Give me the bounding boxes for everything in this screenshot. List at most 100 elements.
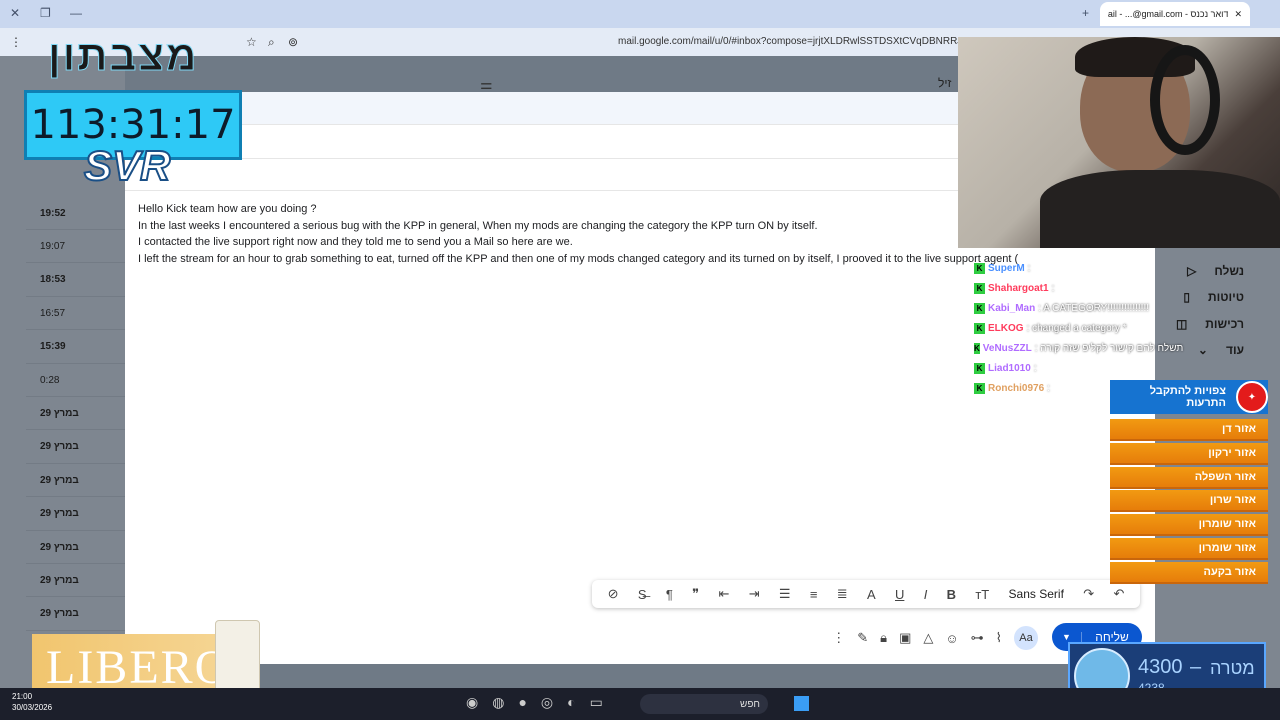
mail-row[interactable]: 29 במרץ [26,564,126,598]
drive-icon[interactable]: △ [923,630,933,646]
svr-label: SVR [83,141,171,190]
chat-message: K ELKOG: changed a category * [974,318,1164,338]
indent-more-icon[interactable]: ⇥ [749,586,760,602]
taskbar-clock[interactable]: 21:00 30/03/2026 [12,691,52,713]
italic-icon[interactable]: I [924,587,928,602]
kick-badge-icon: K [974,382,985,394]
mail-row[interactable]: 29 במרץ [26,464,126,498]
steam-icon[interactable]: ◉ [466,694,478,711]
bold-icon[interactable]: B [947,587,956,602]
mail-row[interactable]: 29 במרץ [26,397,126,431]
minimize-window-icon[interactable]: — [70,6,82,20]
alert-zone: אזור שומרון [1110,538,1268,560]
chat-text: : [1051,282,1055,294]
link-icon[interactable]: ⊶ [971,630,984,646]
sidebar-item-purchases[interactable]: רכישות ◫ [1176,317,1244,331]
obs-icon[interactable]: ● [518,694,526,711]
text-color-icon[interactable]: A [867,587,876,602]
chat-text: : A CATEGORY!!!!!!!!!!!!!!! [1038,302,1150,314]
mail-row[interactable]: 29 במרץ [26,531,126,564]
alert-zone: אזור שרון [1110,490,1268,513]
app-icon[interactable]: ◎ [541,694,553,711]
mail-row[interactable]: 29 במרץ [26,598,126,631]
mail-row[interactable]: 15:39 [26,331,126,364]
new-tab-button[interactable]: + [1082,6,1089,20]
sidebar-item-label: עוד [1225,343,1244,357]
font-size-icon[interactable]: тT [975,587,989,602]
mail-row[interactable]: 19:07 [26,230,126,264]
url-field[interactable]: mail.google.com/mail/u/0/#inbox?compose=… [618,36,958,47]
mail-row-time: 29 במרץ [40,574,79,586]
mail-row-time: 19:52 [40,207,66,219]
file-explorer-icon[interactable]: ▭ [590,694,603,711]
mail-row[interactable]: 0:28 [26,364,126,397]
restore-window-icon[interactable]: ❐ [40,6,51,20]
menu-dots-icon[interactable]: ⋮ [10,35,22,49]
mail-row[interactable]: 29 במרץ [26,498,126,531]
sidebar-item-sent[interactable]: נשלח ▷ [1187,264,1244,278]
mail-row[interactable]: 29 במרץ [26,431,126,464]
quote-icon[interactable]: ❞ [692,586,699,602]
attach-icon[interactable]: ⌇ [996,630,1002,646]
signature-icon[interactable]: ✎ [857,630,868,646]
rtl-icon[interactable]: ¶ [666,587,673,602]
chat-username[interactable]: Liad1010 [988,363,1031,374]
insert-photo-icon[interactable]: ▣ [899,630,911,646]
bookmark-star-icon[interactable]: ☆ [246,35,257,49]
strikethrough-icon[interactable]: S̶ [638,587,647,602]
chat-username[interactable]: ELKOG [988,323,1024,334]
font-select[interactable]: Sans Serif [1009,587,1064,601]
compose-body[interactable]: Hello Kick team how are you doing ? In t… [138,201,1018,267]
chat-text: : [1027,262,1031,274]
mail-row[interactable]: 18:53 [26,264,126,297]
mail-row-time: 29 במרץ [40,474,79,486]
indent-less-icon[interactable]: ⇤ [718,586,729,602]
redo-icon[interactable]: ↷ [1083,586,1094,602]
emoji-icon[interactable]: ☺ [945,631,958,646]
formatting-toggle-button[interactable]: Aa [1014,626,1038,650]
chat-username[interactable]: VeNusZZL [983,343,1032,354]
close-window-icon[interactable]: ✕ [10,6,20,20]
underline-icon[interactable]: U [895,587,904,602]
sidebar-item-label: רכישות [1205,317,1244,331]
chat-message: K Liad1010: [974,358,1164,378]
sidebar-item-drafts[interactable]: טיוטות ▯ [1183,290,1244,304]
stream-logo: מצבתון [47,32,199,80]
taskbar-search[interactable]: חפש [640,694,768,714]
alert-zone: אזור שומרון [1110,514,1268,537]
sidebar-item-label: טיוטות [1208,290,1244,304]
zoom-icon[interactable]: ⌕ [268,35,275,50]
chat-username[interactable]: Shahargoat1 [988,283,1049,294]
mail-row-time: 18:53 [40,274,66,286]
alert-zone: אזור השפלה [1110,466,1268,489]
confidential-icon[interactable]: 🔒︎ [880,630,887,646]
undo-icon[interactable]: ↶ [1113,586,1124,602]
align-icon[interactable]: ≣ [837,586,848,602]
sidebar-item-label: נשלח [1214,264,1244,278]
alert-zone-label: אזור בקעה [1203,565,1256,578]
body-line: In the last weeks I encountered a seriou… [138,219,818,232]
send-options-icon[interactable]: ▼ [1052,632,1082,642]
chat-username[interactable]: Ronchi0976 [988,383,1044,394]
sidebar-item-more[interactable]: עוד ⌄ [1198,343,1244,357]
chrome-icon[interactable]: ◐ [567,694,575,711]
mail-row[interactable]: 19:52 [26,197,126,230]
windows-start-icon[interactable] [794,696,809,711]
filter-icon[interactable]: ⚌ [480,76,493,93]
body-line: Hello Kick team how are you doing ? [138,203,317,215]
numbered-list-icon[interactable]: ≡ [810,587,818,602]
headset-icon [1150,45,1220,155]
tab-close-icon[interactable]: ✕ [1234,9,1242,20]
gmail-tab[interactable]: ✕ דואר נכנס - Gmail - ...@gmail.com [1100,2,1250,26]
bulleted-list-icon[interactable]: ☰ [779,586,791,602]
reader-icon[interactable]: ⊚ [288,35,298,49]
alert-zone-label: אזור שרון [1209,494,1256,507]
discord-icon[interactable]: ◍ [492,694,504,711]
more-options-icon[interactable]: ⋮ [832,630,845,646]
chat-username[interactable]: SuperM [988,263,1025,274]
clear-format-icon[interactable]: ⊘ [608,586,619,602]
stream-chat: K SuperM: K Shahargoat1: K Kabi_Man: A CATEGO… [974,258,1183,398]
send-icon: ▷ [1187,264,1197,278]
mail-row[interactable]: 16:57 [26,297,126,331]
chat-username[interactable]: Kabi_Man [988,303,1035,314]
